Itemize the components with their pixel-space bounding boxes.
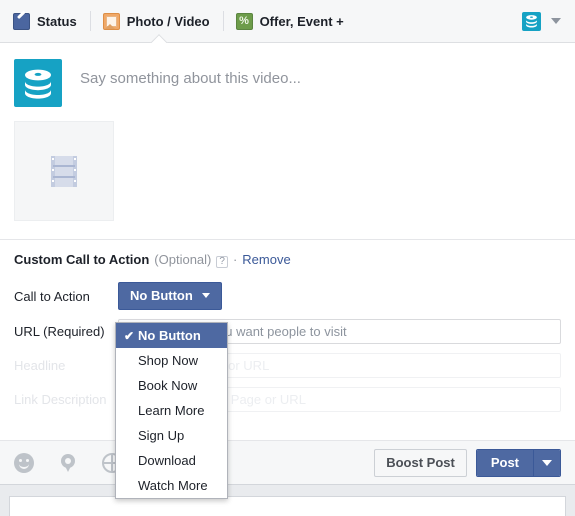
menu-item-label: Download [138,453,196,468]
status-input-placeholder[interactable]: Say something about this video... [80,59,301,107]
attachment-area [0,107,575,221]
call-to-action-label: Call to Action [14,288,90,304]
row-url: URL (Required) Enter the URL you want pe… [14,319,561,344]
tab-photo-video[interactable]: Photo / Video [89,0,223,42]
chevron-down-icon[interactable] [551,18,561,24]
link-description-label: Link Description [14,392,107,407]
menu-item-shop-now[interactable]: Shop Now [116,348,227,373]
row-headline: Headline Title for the Page or URL [14,353,561,378]
row-call-to-action: Call to Action No Button [14,282,561,310]
next-panel [9,496,566,516]
menu-item-label: Book Now [138,378,198,393]
tab-photo-video-label: Photo / Video [126,13,210,29]
tab-status-label: Status [37,13,77,29]
chevron-down-icon [201,293,210,298]
film-strip-icon [51,155,77,187]
composer-body: Say something about this video... [0,43,575,107]
call-to-action-value: No Button [130,288,193,303]
menu-item-book-now[interactable]: Book Now [116,373,227,398]
menu-item-label: Sign Up [138,428,185,443]
call-to-action-menu: ✔ No Button Shop Now Book Now Learn More… [115,322,228,499]
menu-item-watch-more[interactable]: Watch More [116,473,227,498]
smiley-icon[interactable] [14,452,34,473]
menu-item-label: Learn More [138,403,205,418]
post-composer: Status Photo / Video % Offer, Event + Sa… [0,0,575,485]
menu-item-learn-more[interactable]: Learn More [116,398,227,423]
tab-status[interactable]: Status [0,0,90,42]
cta-optional-label: (Optional) [154,252,212,267]
composer-footer: Boost Post Post [0,440,575,484]
composer-avatar [14,59,62,107]
page-avatar-icon[interactable] [522,11,541,31]
cta-form: Call to Action No Button URL (Required) … [0,274,575,412]
location-pin-icon[interactable] [58,453,78,473]
post-button[interactable]: Post [476,449,533,476]
menu-item-label: No Button [138,328,201,343]
photo-icon [102,12,120,30]
cta-title: Custom Call to Action [14,252,150,267]
check-icon: ✔ [124,328,135,343]
menu-item-label: Watch More [138,478,208,493]
call-to-action-dropdown[interactable]: No Button [118,282,222,310]
video-thumbnail[interactable] [14,121,114,221]
pencil-icon [13,10,30,30]
chevron-down-icon [542,459,552,466]
post-options-button[interactable] [533,449,560,476]
url-label: URL (Required) [14,324,105,339]
footer-actions: Boost Post Post [374,448,561,477]
cta-separator: · [232,252,238,267]
tab-offer-event-label: Offer, Event + [259,13,344,29]
menu-item-sign-up[interactable]: Sign Up [116,423,227,448]
remove-cta-link[interactable]: Remove [242,252,290,267]
help-icon[interactable]: ? [216,256,228,268]
menu-item-no-button[interactable]: ✔ No Button [116,323,227,348]
post-button-group: Post [475,448,561,477]
composer-tabs: Status Photo / Video % Offer, Event + [0,0,522,42]
tab-offer-event[interactable]: % Offer, Event + [222,0,357,42]
composer-tabbar: Status Photo / Video % Offer, Event + [0,0,575,43]
cta-header: Custom Call to Action (Optional) ? · Rem… [0,240,575,274]
offer-icon: % [235,12,253,30]
menu-item-download[interactable]: Download [116,448,227,473]
headline-label: Headline [14,358,66,373]
row-link-description: Link Description Description of the Page… [14,387,561,412]
tabbar-right-controls [522,11,575,31]
boost-post-button[interactable]: Boost Post [374,448,467,477]
menu-item-label: Shop Now [138,353,198,368]
screen: Status Photo / Video % Offer, Event + Sa… [0,0,575,516]
